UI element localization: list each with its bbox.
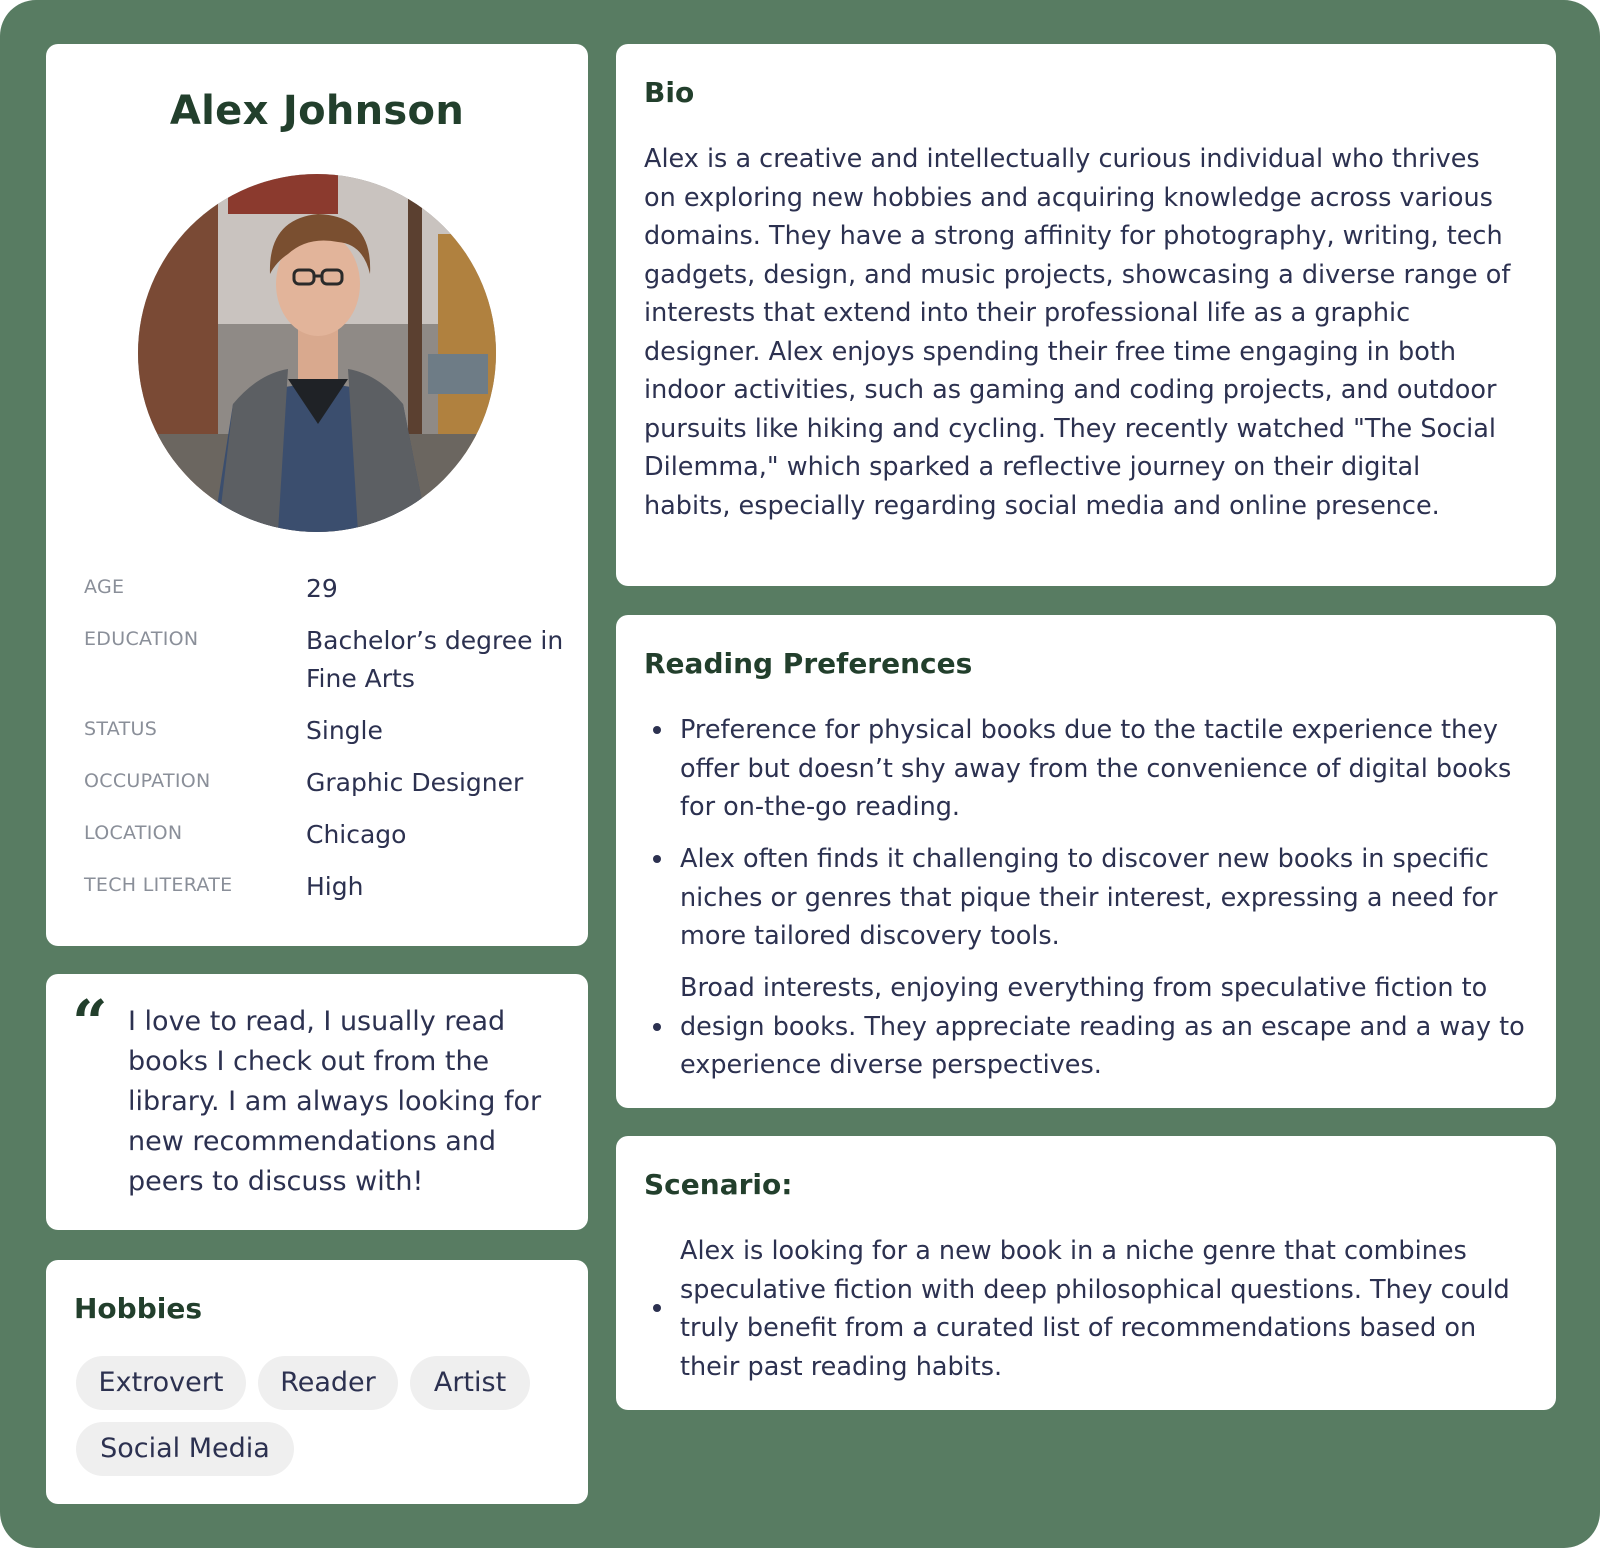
bullet-icon bbox=[653, 1023, 661, 1031]
list-item-text: Broad interests, enjoying everything fro… bbox=[680, 973, 1525, 1080]
profile-card: Alex Johnson AGE 29 EDUCATION Bachelor’s… bbox=[46, 44, 588, 946]
detail-value: Single bbox=[306, 716, 383, 745]
scenario-title: Scenario: bbox=[644, 1168, 793, 1201]
avatar bbox=[138, 174, 496, 532]
reading-preferences-title: Reading Preferences bbox=[644, 647, 973, 680]
detail-label: TECH LITERATE bbox=[84, 874, 233, 896]
detail-value: Bachelor’s degree in Fine Arts bbox=[306, 626, 564, 693]
list-item-text: Preference for physical books due to the… bbox=[680, 715, 1512, 822]
list-item-text: Alex often finds it challenging to disco… bbox=[680, 844, 1498, 951]
bullet-icon bbox=[653, 726, 661, 734]
detail-value: Chicago bbox=[306, 820, 407, 849]
list-item-text: Alex is looking for a new book in a nich… bbox=[680, 1236, 1510, 1382]
detail-value: Graphic Designer bbox=[306, 768, 524, 797]
quote-text: I love to read, I usually read books I c… bbox=[128, 1006, 542, 1197]
hobby-tag: Artist bbox=[410, 1356, 530, 1410]
detail-value: High bbox=[306, 872, 364, 901]
avatar-photo bbox=[138, 174, 496, 532]
bio-text: Alex is a creative and intellectually cu… bbox=[644, 144, 1511, 521]
detail-label: OCCUPATION bbox=[84, 770, 211, 792]
detail-label: AGE bbox=[84, 576, 125, 598]
persona-background: Alex Johnson AGE 29 EDUCATION Bachelor’s… bbox=[0, 0, 1600, 1548]
scenario-card: Scenario: Alex is looking for a new book… bbox=[616, 1136, 1556, 1410]
hobby-tag: Reader bbox=[258, 1356, 398, 1410]
reading-preferences-card: Reading Preferences Preference for physi… bbox=[616, 615, 1556, 1108]
bullet-icon bbox=[653, 1304, 661, 1312]
detail-label: STATUS bbox=[84, 718, 158, 740]
persona-name: Alex Johnson bbox=[169, 88, 465, 134]
hobby-tag: Social Media bbox=[76, 1422, 294, 1476]
bio-card: Bio Alex is a creative and intellectuall… bbox=[616, 44, 1556, 586]
hobbies-card: Hobbies Extrovert Reader Artist Social M… bbox=[46, 1260, 588, 1504]
detail-label: LOCATION bbox=[84, 822, 183, 844]
detail-value: 29 bbox=[306, 574, 338, 603]
hobby-tag: Extrovert bbox=[76, 1356, 246, 1410]
detail-label: EDUCATION bbox=[84, 628, 199, 650]
hobbies-title: Hobbies bbox=[74, 1292, 203, 1325]
bullet-icon bbox=[653, 855, 661, 863]
bio-title: Bio bbox=[644, 76, 695, 109]
quote-icon: “ bbox=[72, 986, 108, 1059]
quote-card: “ I love to read, I usually read books I… bbox=[46, 974, 588, 1230]
